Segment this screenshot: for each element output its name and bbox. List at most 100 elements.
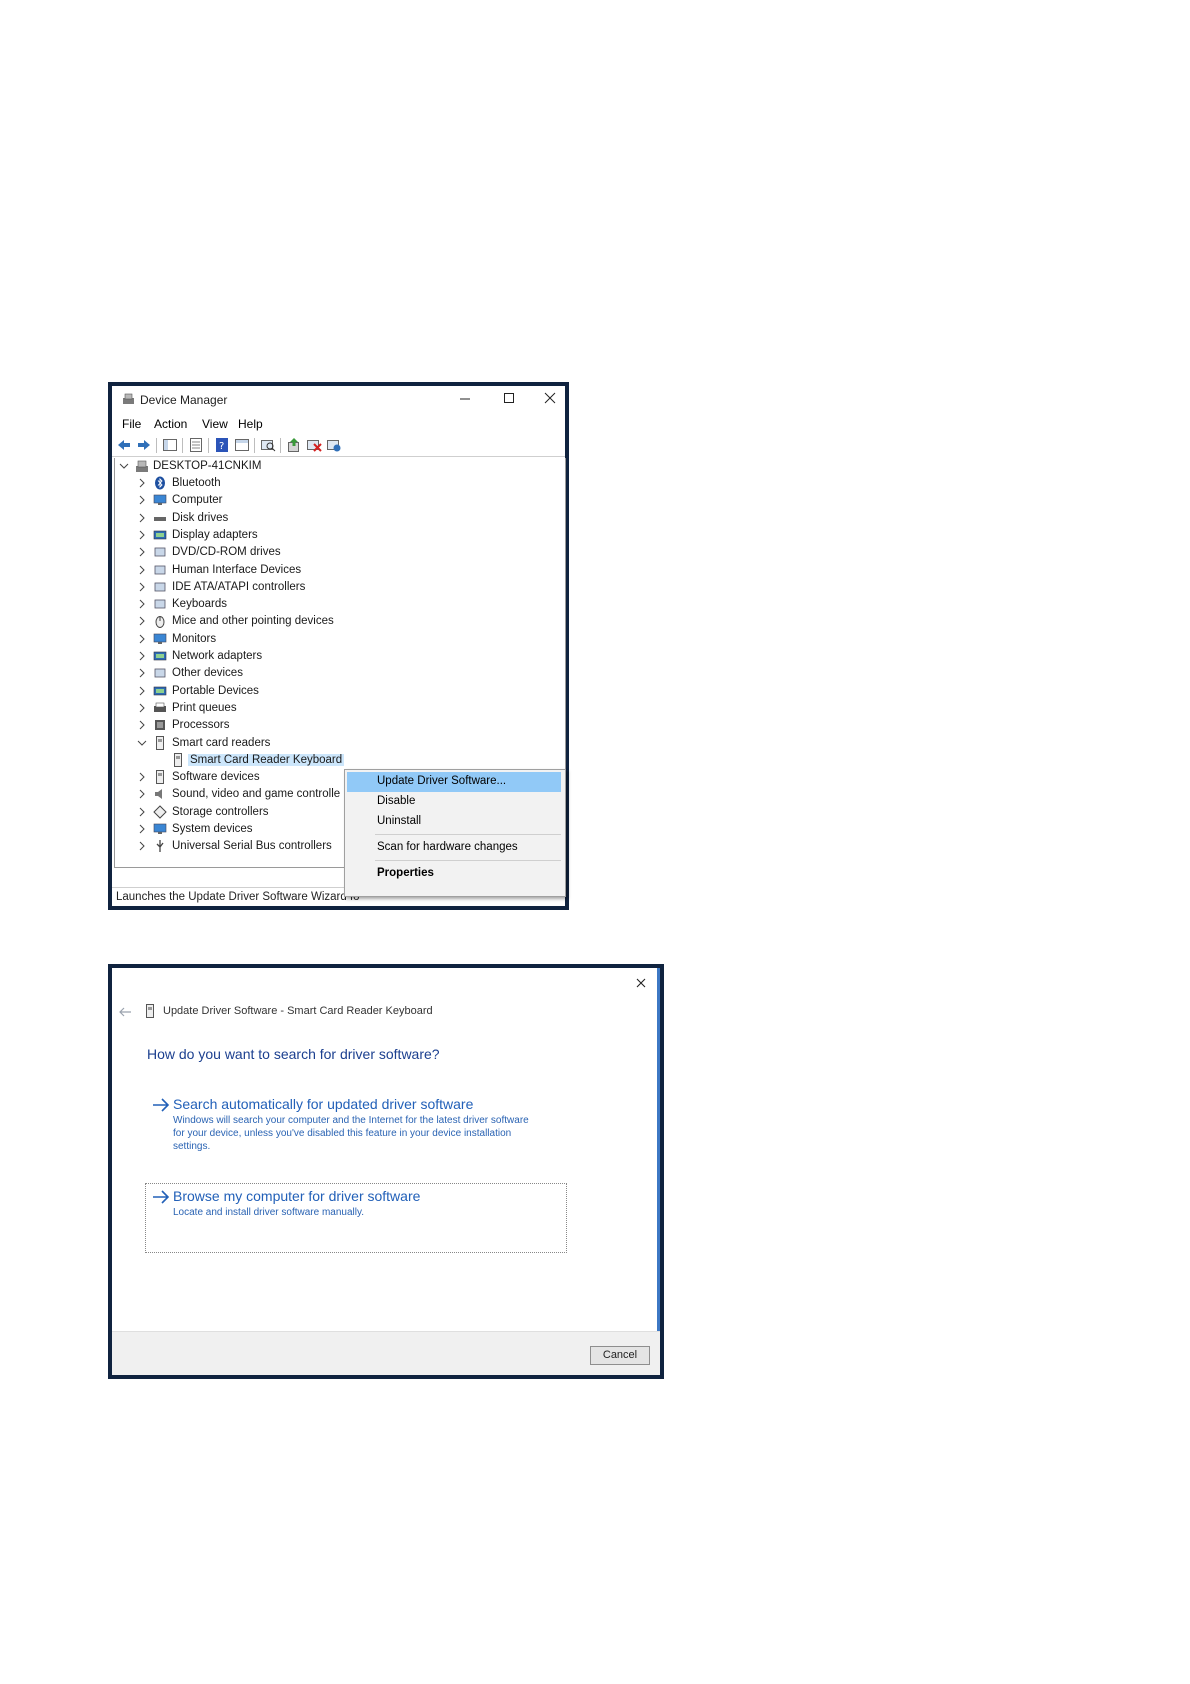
tree-item-label: Display adapters [172,528,258,541]
menu-item-label: Scan for hardware changes [377,841,518,853]
dvd-drive-icon [154,547,166,557]
menu-item-label: Uninstall [377,815,422,827]
back-arrow-icon[interactable] [116,437,132,453]
chevron-right-icon[interactable] [137,789,147,799]
help-icon[interactable]: ? [214,437,230,453]
tree-item-label: Universal Serial Bus controllers [172,840,332,853]
properties-icon[interactable] [188,437,204,453]
chevron-down-icon[interactable] [137,738,147,748]
menu-item-uninstall[interactable]: Uninstall [347,812,561,832]
chevron-right-icon[interactable] [137,720,147,730]
display-adapter-icon [153,530,167,540]
menu-view[interactable]: View [202,417,228,431]
option-description-line: for your device, unless you've disabled … [173,1128,512,1139]
tree-item-label: Sound, video and game controlle [172,788,341,801]
hid-icon [154,565,166,574]
title-bar: Device Manager [112,386,565,412]
close-button[interactable] [535,389,565,409]
monitor-icon [153,633,167,644]
computer-icon [153,494,167,506]
desktop-edge [657,968,660,1375]
portable-device-icon [153,686,167,695]
computer-root-icon [136,460,148,472]
menu-action[interactable]: Action [154,417,187,431]
smart-card-device-icon [146,1004,154,1018]
chevron-right-icon[interactable] [137,599,147,609]
minimize-button[interactable] [450,389,480,409]
system-device-icon [153,823,167,834]
chevron-right-icon[interactable] [137,616,147,626]
chevron-right-icon[interactable] [137,582,147,592]
device-manager-app-icon [123,393,134,404]
show-hide-console-tree-icon[interactable] [162,437,178,453]
chevron-right-icon[interactable] [137,841,147,851]
toolbar-separator [208,438,209,453]
uninstall-device-icon[interactable] [306,437,322,453]
scan-hardware-icon[interactable] [260,437,276,453]
cancel-button[interactable]: Cancel [590,1346,650,1365]
chevron-down-icon[interactable] [119,461,129,471]
chevron-right-icon[interactable] [137,530,147,540]
tree-item-label: IDE ATA/ATAPI controllers [172,580,306,593]
chevron-right-icon[interactable] [137,772,147,782]
chevron-right-icon[interactable] [137,807,147,817]
chevron-right-icon[interactable] [137,634,147,644]
option-description: Windows will search your computer and th… [173,1114,529,1153]
close-icon[interactable] [634,976,648,990]
chevron-right-icon[interactable] [137,668,147,678]
tree-item-label: Portable Devices [172,684,259,697]
tree-item-label: Other devices [172,667,243,680]
tree-item-label: System devices [172,823,253,835]
option-title: Search automatically for updated driver … [173,1096,474,1112]
printer-icon [154,702,166,712]
right-arrow-icon [153,1190,170,1204]
update-driver-dialog: Update Driver Software - Smart Card Read… [112,968,660,1375]
tree-item-label: Processors [172,719,230,732]
device-manager-screenshot: Device Manager File Action View Help ? D… [108,382,569,910]
menu-help[interactable]: Help [238,417,263,431]
chevron-right-icon[interactable] [137,651,147,661]
menu-item-label: Properties [377,867,434,879]
menu-item-disable[interactable]: Disable [347,792,561,812]
view-icon[interactable] [234,437,250,453]
chevron-right-icon[interactable] [137,824,147,834]
menu-item-scan-hardware[interactable]: Scan for hardware changes [347,838,561,858]
chevron-right-icon[interactable] [137,703,147,713]
tree-item-label: Monitors [172,632,217,645]
software-device-icon [156,770,164,785]
menu-separator [375,834,561,835]
menu-item-label: Update Driver Software... [377,775,507,787]
tree-item-label: Smart Card Reader Keyboard [188,753,345,766]
storage-controller-icon [153,804,167,819]
chevron-right-icon[interactable] [137,478,147,488]
minimize-icon [460,398,470,400]
enable-device-icon[interactable] [326,437,342,453]
maximize-button[interactable] [494,389,524,409]
dialog-question: How do you want to search for driver sof… [147,1046,440,1062]
back-arrow-icon[interactable] [118,1006,132,1018]
menu-item-properties[interactable]: Properties [347,864,561,884]
chevron-right-icon[interactable] [137,547,147,557]
chevron-right-icon[interactable] [137,686,147,696]
toolbar-separator [254,438,255,453]
menu-item-update-driver[interactable]: Update Driver Software... [347,772,561,792]
processor-icon [155,720,165,731]
bluetooth-icon [155,476,165,490]
chevron-right-icon[interactable] [137,513,147,523]
tree-item-label: Computer [172,494,223,507]
mouse-icon [155,616,165,629]
menu-file[interactable]: File [122,417,141,431]
window-title: Device Manager [140,393,228,407]
dialog-footer: Cancel [112,1331,660,1375]
menu-separator [375,860,561,861]
toolbar-separator [280,438,281,453]
update-driver-icon[interactable] [286,437,302,453]
device-manager-window: Device Manager File Action View Help ? D… [112,386,566,906]
chevron-right-icon[interactable] [137,495,147,505]
forward-arrow-icon[interactable] [136,437,152,453]
chevron-right-icon[interactable] [137,565,147,575]
disk-drive-icon [154,516,166,521]
tree-item-label: Keyboards [172,598,227,611]
speaker-icon [155,789,162,800]
dialog-title: Update Driver Software - Smart Card Read… [163,1005,433,1017]
